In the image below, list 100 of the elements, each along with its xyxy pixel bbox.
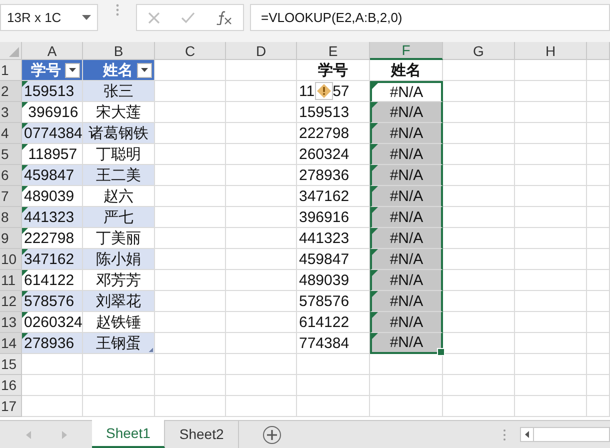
table-cell <box>515 396 587 417</box>
caret-icon <box>141 68 148 72</box>
row-header[interactable]: 10 <box>0 249 22 270</box>
cell-text: 278936 <box>299 166 350 184</box>
row-header[interactable]: 1 <box>0 60 22 81</box>
more-options-icon[interactable] <box>503 428 506 440</box>
cell-text: 260324 <box>299 146 350 162</box>
cell-text: 489039 <box>299 272 350 288</box>
row-header[interactable]: 12 <box>0 291 22 312</box>
table-cell <box>515 81 587 102</box>
cell-text: 诸葛钢铁 <box>88 124 148 142</box>
cell-text: 396916 <box>299 208 350 226</box>
table-cell <box>515 165 587 186</box>
function-icon[interactable] <box>216 10 232 24</box>
filter-dropdown-button[interactable] <box>65 62 80 78</box>
column-header[interactable]: H <box>515 42 587 60</box>
column-header[interactable]: E <box>297 42 370 60</box>
column-header[interactable]: B <box>83 42 155 60</box>
column-header[interactable]: G <box>443 42 515 60</box>
table-cell <box>515 375 587 396</box>
table-cell <box>443 354 515 375</box>
check-icon[interactable] <box>180 12 195 24</box>
row-header[interactable]: 11 <box>0 270 22 291</box>
table-cell <box>587 228 610 249</box>
next-sheet-icon[interactable] <box>62 430 66 438</box>
sheet-tab[interactable]: Sheet1 <box>92 420 166 448</box>
table-cell <box>515 60 587 81</box>
cell-text: 278936 <box>24 334 74 352</box>
cell-text: #N/A <box>390 292 424 310</box>
table-cell <box>587 60 610 81</box>
cell-text: #N/A <box>390 272 424 288</box>
cell-text: 222798 <box>24 230 74 246</box>
row-header[interactable]: 13 <box>0 312 22 333</box>
cell-text: 宋大莲 <box>96 102 141 122</box>
cell-text: #N/A <box>390 84 424 100</box>
cell-text: 刘翠花 <box>96 292 141 310</box>
cell-text: 774384 <box>299 334 350 352</box>
drag-handle-icon <box>116 4 118 16</box>
cell-text: 489039 <box>24 188 74 204</box>
table-cell <box>515 270 587 291</box>
cancel-icon[interactable] <box>148 12 160 24</box>
horizontal-scrollbar[interactable] <box>520 427 610 442</box>
table-cell <box>443 333 515 354</box>
cell-text: 396916 <box>27 104 78 120</box>
select-all-icon[interactable] <box>9 47 19 57</box>
table-cell <box>587 207 610 228</box>
row-header[interactable]: 5 <box>0 144 22 165</box>
table-cell <box>587 354 610 375</box>
previous-sheet-icon[interactable] <box>26 430 30 438</box>
table-resize-handle[interactable] <box>149 348 153 352</box>
table-cell <box>515 291 587 312</box>
row-header[interactable]: 17 <box>0 396 22 417</box>
cell-text: 丁美丽 <box>96 228 141 248</box>
table-cell <box>515 354 587 375</box>
row-header[interactable]: 6 <box>0 165 22 186</box>
table-cell <box>22 396 83 417</box>
row-header[interactable]: 4 <box>0 123 22 144</box>
sheet-tab[interactable]: Sheet2 <box>165 420 239 448</box>
column-header[interactable]: D <box>226 42 297 60</box>
formula-field[interactable]: =VLOOKUP(E2,A:B,2,0) <box>250 4 610 31</box>
table-cell <box>443 228 515 249</box>
caret-icon <box>69 68 76 72</box>
table-cell <box>515 102 587 123</box>
row-header[interactable]: 9 <box>0 228 22 249</box>
column-header[interactable]: F <box>370 42 443 60</box>
row-header[interactable]: 14 <box>0 333 22 354</box>
plus-icon <box>266 430 277 440</box>
cell-text: 57 <box>332 82 350 100</box>
cell-text: #N/A <box>390 230 424 246</box>
table-cell <box>515 333 587 354</box>
cell-text: 578576 <box>299 292 350 310</box>
warning-icon[interactable] <box>314 82 333 100</box>
table-cell <box>587 123 610 144</box>
row-header[interactable]: 7 <box>0 186 22 207</box>
add-sheet-button[interactable] <box>262 426 281 444</box>
cell-text: 159513 <box>24 82 74 100</box>
name-box[interactable]: 13R x 1C <box>0 4 98 31</box>
table-cell <box>515 249 587 270</box>
row-header[interactable]: 8 <box>0 207 22 228</box>
table-cell <box>443 144 515 165</box>
cell-text: #N/A <box>390 334 424 351</box>
fill-handle[interactable] <box>437 348 445 356</box>
row-header[interactable]: 16 <box>0 375 22 396</box>
table-cell <box>587 291 610 312</box>
row-header[interactable]: 3 <box>0 102 22 123</box>
column-header[interactable]: A <box>22 42 83 60</box>
column-header[interactable]: C <box>155 42 226 60</box>
row-header[interactable]: 15 <box>0 354 22 375</box>
filter-dropdown-button[interactable] <box>137 62 152 78</box>
cell-text: 0260324 <box>24 314 82 330</box>
cell-text: 441323 <box>299 230 350 246</box>
cell-text: 118957 <box>27 146 78 162</box>
table-cell <box>443 396 515 417</box>
table-cell <box>443 312 515 333</box>
table-cell <box>587 165 610 186</box>
table-cell <box>443 291 515 312</box>
table-cell <box>587 312 610 333</box>
row-header[interactable]: 2 <box>0 81 22 102</box>
cell-text: 王钢蛋 <box>96 334 141 352</box>
cell-text: 姓名 <box>391 60 421 80</box>
